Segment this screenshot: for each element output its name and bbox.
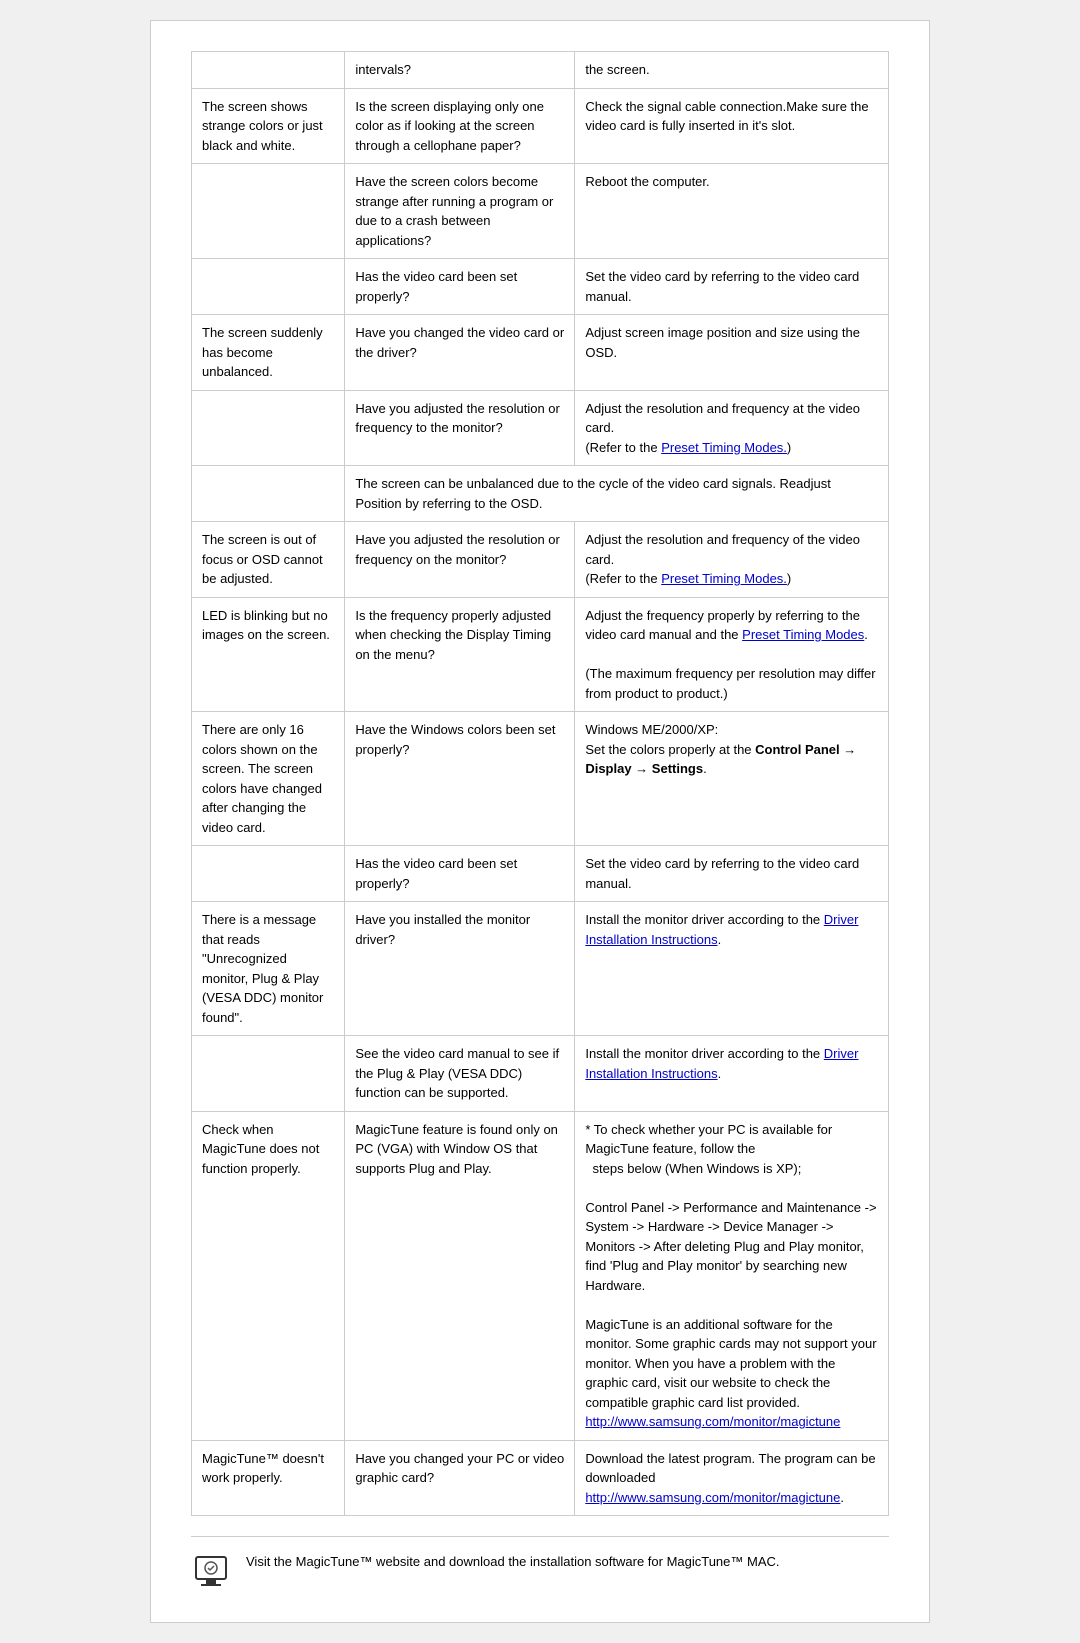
table-row: There is a message that reads "Unrecogni… [192,902,889,1036]
answer-cell: Windows ME/2000/XP:Set the colors proper… [575,712,889,846]
question-cell: Have the screen colors become strange af… [345,164,575,259]
driver-install-link2[interactable]: Driver Installation Instructions [585,1046,858,1081]
answer-cell: Reboot the computer. [575,164,889,259]
footer: Visit the MagicTune™ website and downloa… [191,1536,889,1592]
question-cell: Have the Windows colors been set properl… [345,712,575,846]
answer-cell: Adjust the frequency properly by referri… [575,597,889,712]
table-row: LED is blinking but no images on the scr… [192,597,889,712]
problem-cell: There are only 16 colors shown on the sc… [192,712,345,846]
table-row: MagicTune™ doesn't work properly. Have y… [192,1440,889,1516]
preset-timing-link3[interactable]: Preset Timing Modes [742,627,864,642]
col1-cell [192,52,345,89]
table-row: The screen can be unbalanced due to the … [192,466,889,522]
problem-cell [192,1036,345,1112]
answer-cell: Adjust the resolution and frequency of t… [575,522,889,598]
problem-cell [192,259,345,315]
question-cell: See the video card manual to see if the … [345,1036,575,1112]
samsung-magictune-link2[interactable]: http://www.samsung.com/monitor/magictune [585,1490,840,1505]
magictune-icon [191,1552,231,1592]
table-row: Have you adjusted the resolution or freq… [192,390,889,466]
problem-cell: The screen is out of focus or OSD cannot… [192,522,345,598]
problem-cell [192,466,345,522]
question-cell: Is the frequency properly adjusted when … [345,597,575,712]
col2-cell: intervals? [345,52,575,89]
problem-cell: MagicTune™ doesn't work properly. [192,1440,345,1516]
question-cell: Has the video card been set properly? [345,259,575,315]
question-cell: Have you changed the video card or the d… [345,315,575,391]
problem-cell: Check when MagicTune does not function p… [192,1111,345,1440]
footer-text: Visit the MagicTune™ website and downloa… [246,1552,780,1572]
question-cell: Has the video card been set properly? [345,846,575,902]
problem-cell [192,390,345,466]
problem-cell: The screen suddenly has become unbalance… [192,315,345,391]
problem-cell: LED is blinking but no images on the scr… [192,597,345,712]
preset-timing-link2[interactable]: Preset Timing Modes. [661,571,787,586]
answer-cell: Set the video card by referring to the v… [575,846,889,902]
answer-cell: * To check whether your PC is available … [575,1111,889,1440]
question-cell: Have you changed your PC or video graphi… [345,1440,575,1516]
monitor-icon-svg [191,1552,231,1592]
table-row: The screen is out of focus or OSD cannot… [192,522,889,598]
answer-cell: Download the latest program. The program… [575,1440,889,1516]
answer-cell: Install the monitor driver according to … [575,902,889,1036]
table-row: Has the video card been set properly? Se… [192,846,889,902]
troubleshoot-table: intervals? the screen. The screen shows … [191,51,889,1516]
problem-cell: The screen shows strange colors or just … [192,88,345,164]
table-row: Check when MagicTune does not function p… [192,1111,889,1440]
table-row: Have the screen colors become strange af… [192,164,889,259]
table-row: intervals? the screen. [192,52,889,89]
question-cell: Is the screen displaying only one color … [345,88,575,164]
table-row: The screen suddenly has become unbalance… [192,315,889,391]
answer-cell: Adjust screen image position and size us… [575,315,889,391]
samsung-magictune-link1[interactable]: http://www.samsung.com/monitor/magictune [585,1414,840,1429]
combined-cell: The screen can be unbalanced due to the … [345,466,889,522]
table-row: The screen shows strange colors or just … [192,88,889,164]
answer-cell: Install the monitor driver according to … [575,1036,889,1112]
question-cell: Have you adjusted the resolution or freq… [345,390,575,466]
page: intervals? the screen. The screen shows … [150,20,930,1623]
col3-cell: the screen. [575,52,889,89]
table-row: Has the video card been set properly? Se… [192,259,889,315]
problem-cell [192,846,345,902]
question-cell: Have you installed the monitor driver? [345,902,575,1036]
problem-cell [192,164,345,259]
table-row: There are only 16 colors shown on the sc… [192,712,889,846]
question-cell: Have you adjusted the resolution or freq… [345,522,575,598]
answer-cell: Set the video card by referring to the v… [575,259,889,315]
question-cell: MagicTune feature is found only on PC (V… [345,1111,575,1440]
answer-cell: Adjust the resolution and frequency at t… [575,390,889,466]
driver-install-link1[interactable]: Driver Installation Instructions [585,912,858,947]
preset-timing-link[interactable]: Preset Timing Modes. [661,440,787,455]
problem-cell: There is a message that reads "Unrecogni… [192,902,345,1036]
answer-cell: Check the signal cable connection.Make s… [575,88,889,164]
table-row: See the video card manual to see if the … [192,1036,889,1112]
